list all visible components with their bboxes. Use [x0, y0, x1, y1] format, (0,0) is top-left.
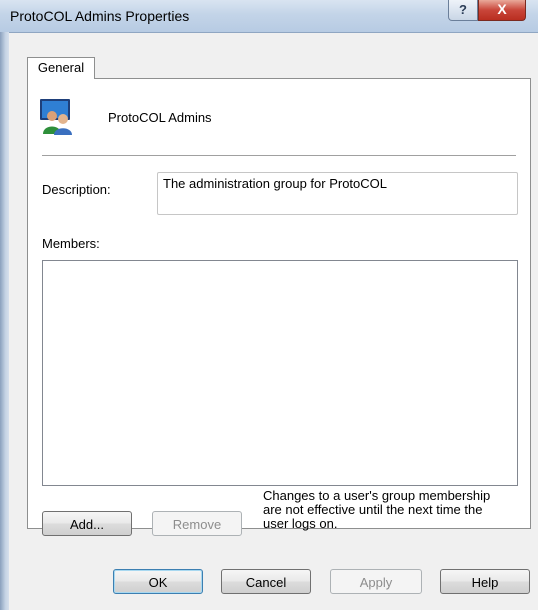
note-line: Changes to a user's group membership: [263, 488, 491, 503]
members-label: Members:: [42, 236, 100, 251]
cancel-button[interactable]: Cancel: [221, 569, 311, 594]
title-bar[interactable]: ProtoCOL Admins Properties ? X: [0, 0, 538, 33]
group-users-icon: [40, 99, 72, 135]
divider: [42, 155, 516, 157]
properties-dialog: ProtoCOL Admins Properties ? X General P…: [0, 0, 538, 610]
group-name: ProtoCOL Admins: [108, 110, 212, 125]
help-button[interactable]: Help: [440, 569, 530, 594]
tab-general[interactable]: General: [27, 57, 95, 79]
help-question-icon[interactable]: ?: [448, 0, 478, 21]
apply-button[interactable]: Apply: [330, 569, 422, 594]
window-frame: [0, 32, 9, 610]
note-line: are not effective until the next time th…: [263, 502, 483, 517]
close-icon[interactable]: X: [478, 0, 526, 21]
window-title: ProtoCOL Admins Properties: [10, 8, 190, 24]
description-field[interactable]: The administration group for ProtoCOL: [157, 172, 518, 215]
remove-button[interactable]: Remove: [152, 511, 242, 536]
note-line: user logs on.: [263, 516, 338, 531]
add-button[interactable]: Add...: [42, 511, 132, 536]
members-list[interactable]: [42, 260, 518, 486]
description-label: Description:: [42, 182, 111, 197]
ok-button[interactable]: OK: [113, 569, 203, 594]
membership-note: Changes to a user's group membership are…: [263, 489, 525, 531]
